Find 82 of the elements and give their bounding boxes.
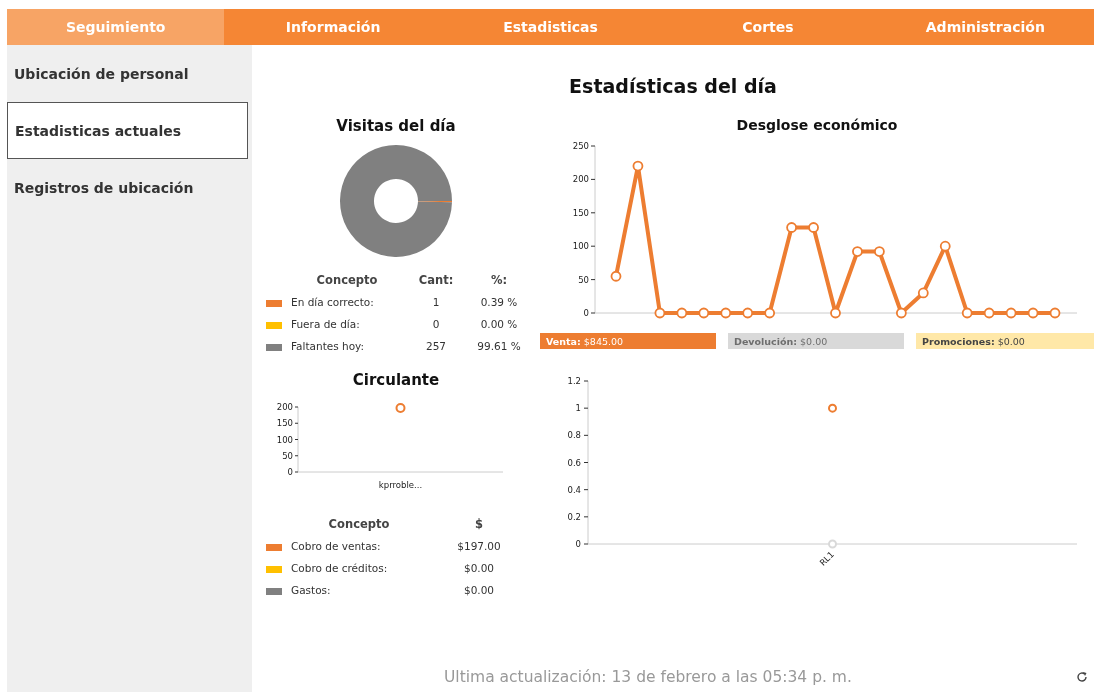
data-point	[1027, 307, 1039, 319]
data-point	[808, 222, 819, 233]
axis-label: 0	[583, 308, 589, 318]
column-header: %:	[489, 272, 509, 289]
axis-label: 50	[578, 274, 589, 285]
axis-label: 250	[572, 141, 589, 151]
data-point	[852, 246, 863, 257]
axis-label: 100	[276, 434, 293, 445]
last-update-text: Ultima actualización: 13 de febrero a las 05:34 p. m.	[444, 668, 852, 686]
axis-label: 0.6	[567, 457, 581, 468]
total-bar: Promociones: $0.00	[916, 333, 1094, 349]
axis-label: 200	[572, 174, 589, 185]
data-point	[939, 240, 951, 252]
sidebar-item[interactable]: Estadisticas actuales	[7, 102, 248, 159]
data-point	[632, 160, 644, 172]
nav-tab[interactable]: Estadisticas	[441, 9, 660, 45]
axis-label: 150	[276, 418, 293, 429]
data-point	[720, 307, 732, 319]
data-point	[742, 307, 754, 319]
sidebar-item[interactable]: Ubicación de personal	[7, 45, 252, 102]
data-point	[698, 307, 710, 319]
table-cell-text: 0.00 %	[479, 317, 519, 332]
axis-label: 1.2	[567, 376, 581, 386]
axis-label: 150	[572, 207, 589, 218]
axis-label: 0.2	[567, 511, 581, 522]
data-point	[1049, 307, 1061, 319]
axis-label: 0	[287, 467, 293, 477]
table-cell-text: 0	[431, 317, 441, 332]
table-cell-text: 1	[431, 295, 441, 310]
axis-label: kprroble...	[378, 480, 423, 490]
nav-tab[interactable]: Cortes	[659, 9, 877, 45]
data-point	[895, 307, 907, 319]
axis-label: 0.8	[567, 430, 581, 441]
data-point	[654, 307, 666, 319]
table-cell-text: 99.61 %	[476, 339, 522, 354]
total-bar: Devolución: $0.00	[728, 333, 904, 349]
chart-title: Visitas del día	[335, 117, 457, 135]
data-point	[610, 270, 622, 282]
data-point	[786, 222, 797, 233]
data-point	[676, 307, 688, 319]
table-cell-text: En día correcto:	[290, 295, 375, 310]
nav-tab[interactable]: Administración	[876, 9, 1094, 45]
data-point	[830, 307, 841, 319]
data-point	[764, 307, 776, 319]
data-point	[828, 539, 837, 549]
page-title: Estadísticas del día	[568, 75, 778, 99]
y-axis	[294, 406, 299, 473]
table-cell-text: Faltantes hoy:	[290, 339, 366, 354]
data-point	[961, 307, 973, 319]
refresh-icon[interactable]	[1076, 671, 1088, 683]
total-bar: Venta: $845.00	[540, 333, 716, 349]
nav-tab[interactable]: Seguimiento	[7, 9, 225, 45]
table-cell-text: $0.00	[462, 583, 496, 598]
axis-label: 50	[282, 450, 293, 461]
data-point	[1005, 307, 1017, 319]
axis-label: 0.4	[567, 484, 581, 495]
nav-tab[interactable]: Información	[224, 9, 442, 45]
table-cell-text: Gastos:	[290, 583, 332, 598]
column-header: Concepto	[327, 516, 391, 533]
chart-title: Circulante	[351, 371, 441, 389]
data-point	[874, 246, 885, 257]
column-header: $	[474, 516, 484, 533]
data-point	[983, 307, 995, 319]
axis-label: 200	[276, 402, 293, 412]
column-header: Cant:	[417, 272, 455, 289]
axis-label: 100	[572, 241, 589, 252]
data-point	[917, 287, 929, 299]
axis-label: 0	[575, 539, 581, 549]
table-cell-text: 0.39 %	[479, 295, 519, 310]
chart-title: Desglose económico	[735, 117, 899, 135]
data-point	[395, 403, 406, 413]
data-point	[828, 403, 837, 413]
table-cell-text: 257	[424, 339, 447, 354]
axis-label: RL1	[817, 549, 836, 568]
axis-label: 1	[575, 403, 581, 414]
column-header: Concepto	[315, 272, 379, 289]
table-cell-text: Cobro de ventas:	[290, 539, 382, 554]
table-cell-text: $0.00	[462, 561, 496, 576]
table-cell-text: Fuera de día:	[290, 317, 361, 332]
sidebar-item[interactable]: Registros de ubicación	[7, 159, 252, 216]
table-cell-text: Cobro de créditos:	[290, 561, 389, 576]
table-cell-text: $197.00	[456, 539, 502, 554]
